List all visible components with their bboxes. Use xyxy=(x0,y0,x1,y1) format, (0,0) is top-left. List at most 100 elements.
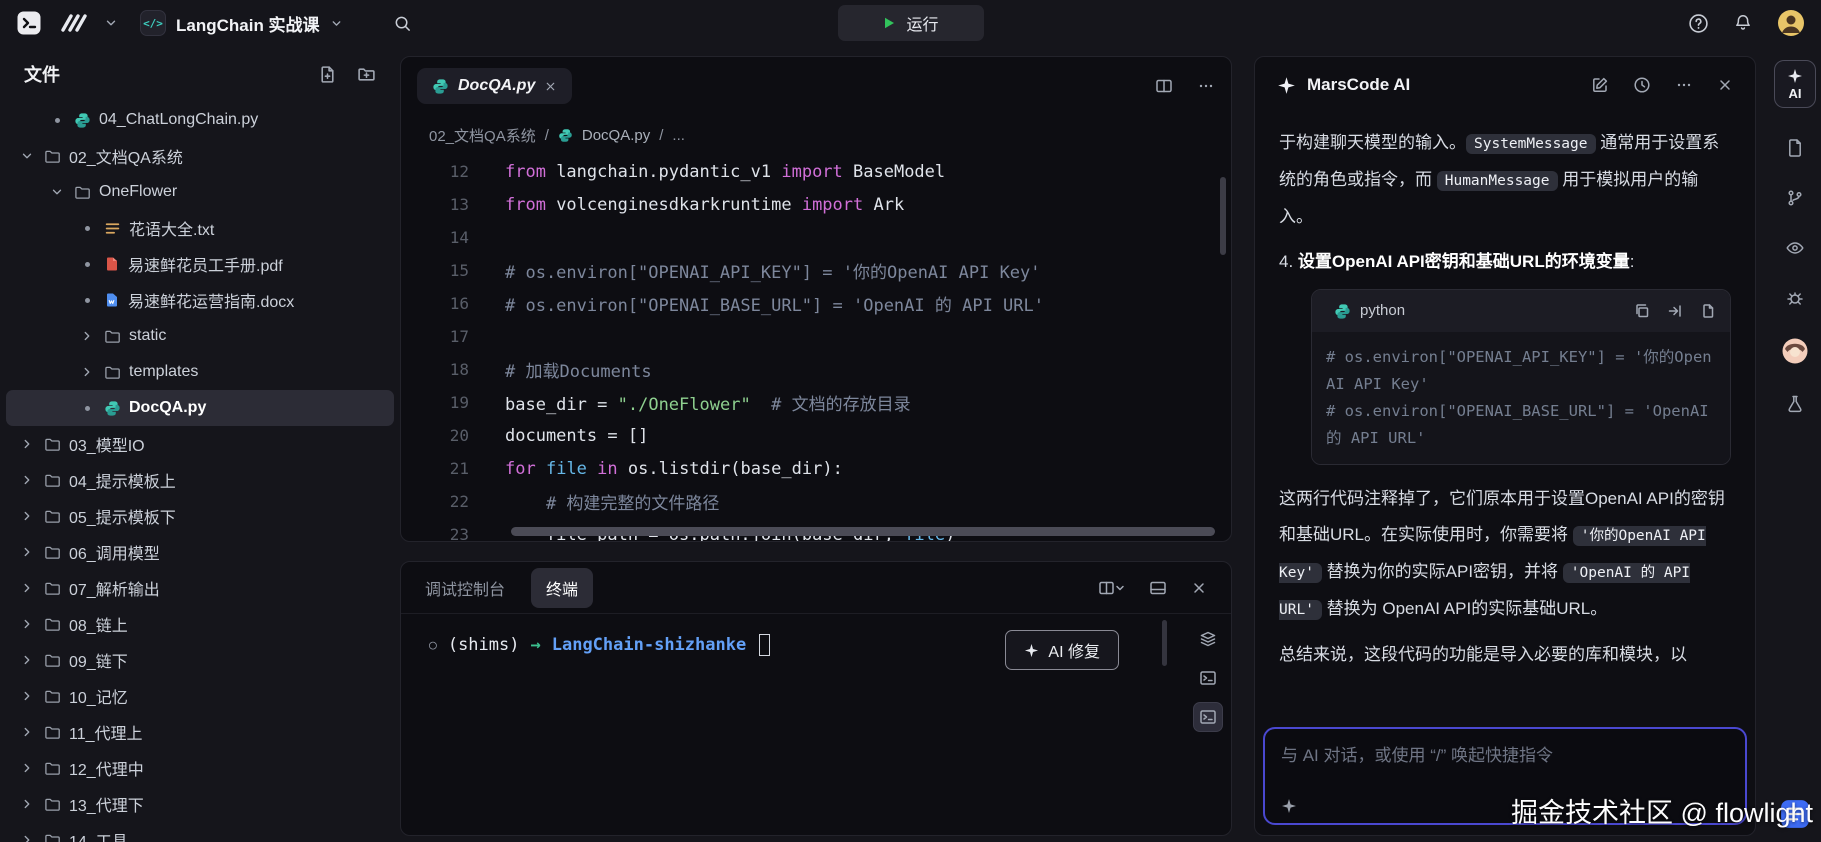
editor-vertical-scrollbar[interactable] xyxy=(1220,177,1226,255)
activity-flask-button[interactable] xyxy=(1785,394,1805,414)
activity-eye-button[interactable] xyxy=(1785,238,1805,258)
tree-item[interactable]: 04_ChatLongChain.py xyxy=(6,102,394,138)
folder-icon xyxy=(44,508,61,525)
breadcrumb[interactable]: 02_文档QA系统 / DocQA.py / ... xyxy=(401,115,1231,155)
activity-ai-badge[interactable]: AI xyxy=(1774,60,1816,108)
folder-icon xyxy=(44,652,61,669)
new-file-icon[interactable] xyxy=(318,65,337,84)
code-line: 12from langchain.pydantic_v1 import Base… xyxy=(401,155,1231,188)
tree-item[interactable]: 06_调用模型 xyxy=(6,534,394,570)
tree-item[interactable]: 04_提示模板上 xyxy=(6,462,394,498)
tree-item[interactable]: 09_链下 xyxy=(6,642,394,678)
tree-item[interactable]: 03_模型IO xyxy=(6,426,394,462)
tree-item[interactable]: 13_代理下 xyxy=(6,786,394,822)
line-number: 14 xyxy=(401,228,505,247)
tree-item[interactable]: 易速鲜花运营指南.docx xyxy=(6,282,394,318)
terminal-panel: 调试控制台终端 ○ (shims) → LangChain-shizhanke … xyxy=(400,561,1232,836)
tree-item[interactable]: 易速鲜花员工手册.pdf xyxy=(6,246,394,282)
tree-item[interactable]: 10_记忆 xyxy=(6,678,394,714)
line-number: 20 xyxy=(401,426,505,445)
panel-icon[interactable] xyxy=(1149,579,1167,597)
terminal-tab[interactable]: 调试控制台 xyxy=(425,576,505,600)
close-icon[interactable] xyxy=(1717,77,1733,93)
code-line: 18# 加载Documents xyxy=(401,353,1231,386)
avatar[interactable] xyxy=(1777,9,1805,37)
code-line: 15# os.environ["OPENAI_API_KEY"] = '你的Op… xyxy=(401,254,1231,287)
history-icon[interactable] xyxy=(1633,76,1651,94)
chevron-right-icon xyxy=(18,581,36,595)
activity-git-branch-button[interactable] xyxy=(1785,188,1805,208)
activity-document-button[interactable] xyxy=(1785,138,1805,158)
top-bar: </> LangChain 实战课 运行 xyxy=(0,0,1821,46)
python-icon xyxy=(74,112,91,129)
tree-item[interactable]: templates xyxy=(6,354,394,390)
copy-icon[interactable] xyxy=(1634,303,1650,319)
folder-icon xyxy=(44,832,61,842)
code-line: 19base_dir = "./OneFlower" # 文档的存放目录 xyxy=(401,386,1231,419)
ai-chat-input[interactable] xyxy=(1281,741,1729,793)
help-icon[interactable] xyxy=(1688,13,1709,34)
ai-fix-button[interactable]: AI 修复 xyxy=(1005,630,1119,670)
terminal-icon xyxy=(1199,708,1217,726)
new-folder-icon[interactable] xyxy=(357,65,376,84)
tab-docqa[interactable]: DocQA.py xyxy=(417,68,572,104)
compose-icon[interactable] xyxy=(1591,76,1609,94)
ai-paragraph: 4. 设置OpenAI API密钥和基础URL的环境变量: xyxy=(1279,244,1731,280)
tree-item[interactable]: static xyxy=(6,318,394,354)
tree-item-label: 易速鲜花员工手册.pdf xyxy=(128,252,283,276)
tree-item[interactable]: OneFlower xyxy=(6,174,394,210)
run-button[interactable]: 运行 xyxy=(838,5,984,41)
tree-item-label: static xyxy=(129,327,166,345)
workspace-logo-icon[interactable] xyxy=(56,12,90,34)
close-icon[interactable] xyxy=(1191,580,1207,596)
code-area[interactable]: 12from langchain.pydantic_v1 import Base… xyxy=(401,155,1231,542)
sparkle-icon[interactable] xyxy=(1281,798,1297,814)
more-icon[interactable] xyxy=(1675,76,1693,94)
activity-user-avatar-button[interactable] xyxy=(1782,338,1808,364)
more-icon[interactable] xyxy=(1197,77,1215,95)
terminal-button[interactable] xyxy=(1193,663,1223,693)
bell-icon[interactable] xyxy=(1733,13,1753,33)
python-icon xyxy=(1334,303,1351,320)
ide-logo-icon[interactable] xyxy=(16,10,42,36)
inline-code: SystemMessage xyxy=(1466,134,1596,154)
layout-icon[interactable] xyxy=(1155,77,1173,95)
flask-icon xyxy=(1785,394,1805,414)
chevron-right-icon xyxy=(78,329,96,343)
terminal-scrollbar[interactable] xyxy=(1162,620,1167,666)
terminal-button[interactable] xyxy=(1193,702,1223,732)
tree-item-label: 06_调用模型 xyxy=(69,540,160,564)
close-icon[interactable] xyxy=(544,80,557,93)
insert-icon[interactable] xyxy=(1667,303,1683,319)
terminal-tab[interactable]: 终端 xyxy=(531,568,593,608)
tree-item[interactable]: 11_代理上 xyxy=(6,714,394,750)
activity-bug-button[interactable] xyxy=(1785,288,1805,308)
prompt-path: LangChain-shizhanke xyxy=(552,635,746,655)
pdf-icon xyxy=(104,256,120,272)
editor-horizontal-scrollbar[interactable] xyxy=(511,527,1215,536)
ai-badge-label: AI xyxy=(1789,86,1802,101)
tree-item[interactable]: 05_提示模板下 xyxy=(6,498,394,534)
tree-item[interactable]: 07_解析输出 xyxy=(6,570,394,606)
search-icon[interactable] xyxy=(393,14,412,33)
terminal-icon xyxy=(1199,669,1217,687)
tree-item[interactable]: 08_链上 xyxy=(6,606,394,642)
tree-item[interactable]: 14_工具 xyxy=(6,822,394,842)
layout-chev-icon[interactable] xyxy=(1098,579,1125,597)
chevron-down-icon xyxy=(330,17,343,30)
code-block-language: python xyxy=(1360,293,1405,329)
project-switcher[interactable]: </> LangChain 实战课 xyxy=(132,6,351,40)
stack-button[interactable] xyxy=(1193,624,1223,654)
tree-item[interactable]: DocQA.py xyxy=(6,390,394,426)
python-icon xyxy=(432,78,449,95)
tree-item-label: templates xyxy=(129,363,198,381)
watermark: 掘金技术社区 @ flowlight xyxy=(1511,791,1813,830)
tab-label: DocQA.py xyxy=(458,77,535,95)
tree-item[interactable]: 12_代理中 xyxy=(6,750,394,786)
folder-icon xyxy=(44,688,61,705)
tree-item[interactable]: 02_文档QA系统 xyxy=(6,138,394,174)
chevron-down-icon[interactable] xyxy=(104,16,118,30)
duplicate-icon[interactable] xyxy=(1700,303,1716,319)
editor-pane: DocQA.py 02_文档QA系统 / DocQA.py / ... 12fr… xyxy=(400,56,1232,542)
tree-item[interactable]: 花语大全.txt xyxy=(6,210,394,246)
